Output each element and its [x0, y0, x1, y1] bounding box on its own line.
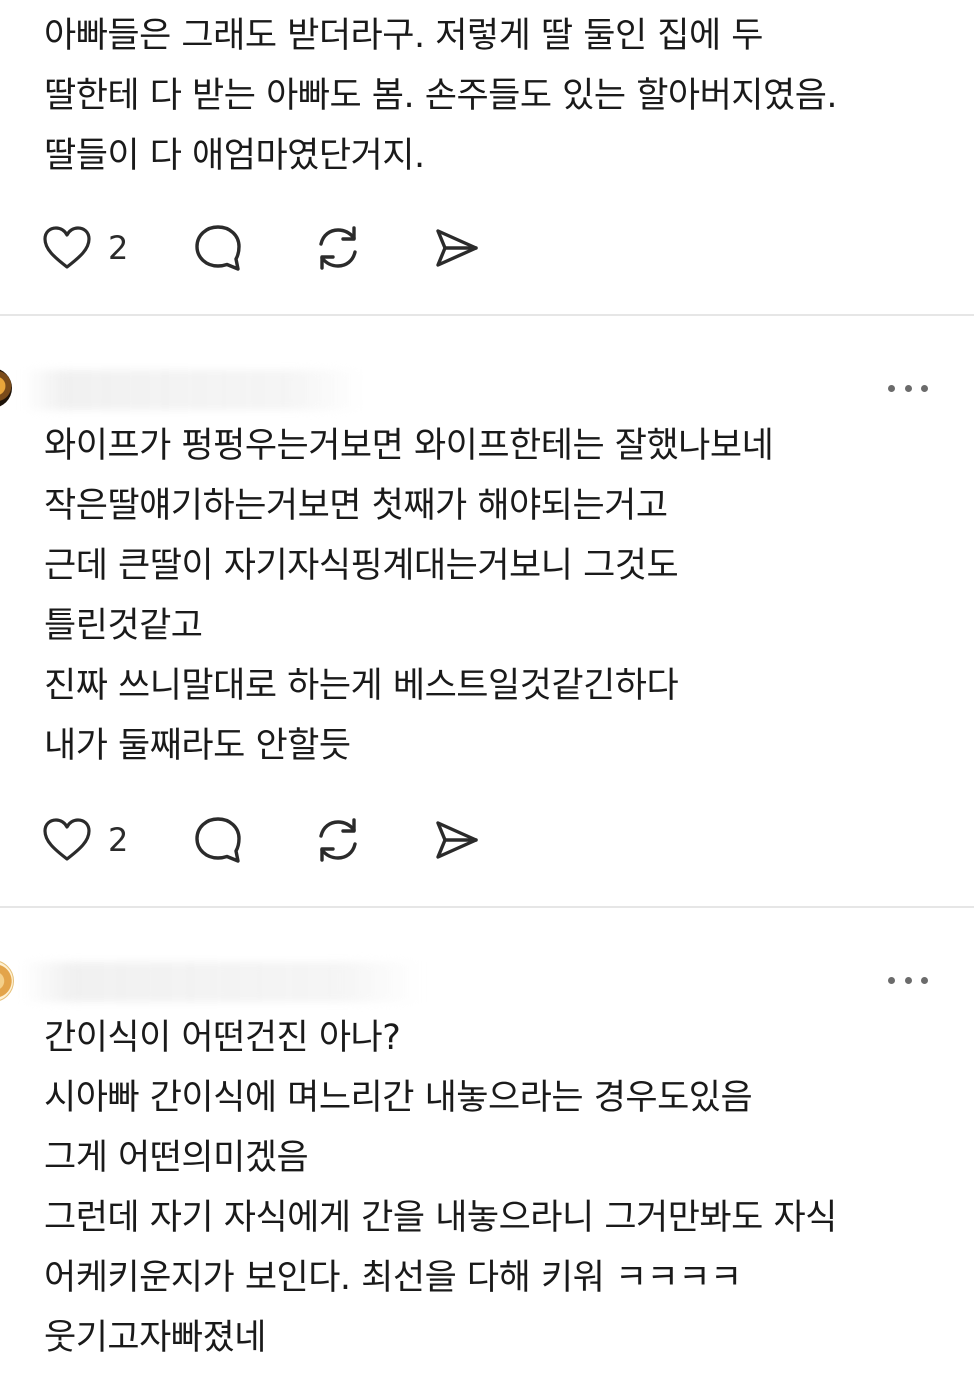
- send-icon: [430, 222, 482, 274]
- heart-icon: [40, 223, 94, 273]
- heart-icon: [40, 815, 94, 865]
- post-text-line: 시아빠 간이식에 며느리간 내놓으라는 경우도있음: [44, 1078, 753, 1118]
- more-dots-icon: [888, 976, 928, 984]
- reply-button[interactable]: [192, 812, 244, 868]
- action-bar: 2: [40, 220, 500, 276]
- post-text-line: 와이프가 펑펑우는거보면 와이프한테는 잘했나보네: [44, 426, 774, 466]
- post-3: 간이식이 어떤건진 아나? 시아빠 간이식에 며느리간 내놓으라는 경우도있음 …: [0, 908, 974, 1396]
- like-button[interactable]: 2: [40, 220, 128, 276]
- post-text-line: 근데 큰딸이 자기자식핑계대는거보니 그것도: [44, 546, 679, 586]
- more-options-button[interactable]: [888, 970, 928, 990]
- post-body: 간이식이 어떤건진 아나? 시아빠 간이식에 며느리간 내놓으라는 경우도있음 …: [44, 1008, 934, 1368]
- post-text-line: 딸한테 다 받는 아빠도 봄. 손주들도 있는 할아버지였음.: [44, 76, 838, 116]
- share-button[interactable]: [430, 220, 482, 276]
- send-icon: [430, 814, 482, 866]
- more-options-button[interactable]: [888, 378, 928, 398]
- repost-button[interactable]: [312, 220, 364, 276]
- reply-button[interactable]: [192, 220, 244, 276]
- post-1: 아빠들은 그래도 받더라구. 저렇게 딸 둘인 집에 두 딸한테 다 받는 아빠…: [0, 0, 974, 316]
- post-text-line: 어케키운지가 보인다. 최선을 다해 키워 ㅋㅋㅋㅋ: [44, 1258, 742, 1298]
- action-bar: 2: [40, 812, 500, 868]
- comment-bubble-icon: [192, 222, 244, 274]
- avatar[interactable]: [0, 368, 12, 408]
- post-text-line: 내가 둘째라도 안할듯: [44, 726, 351, 766]
- repost-icon: [312, 222, 364, 274]
- post-text-line: 아빠들은 그래도 받더라구. 저렇게 딸 둘인 집에 두: [44, 16, 764, 56]
- post-text-line: 간이식이 어떤건진 아나?: [44, 1018, 401, 1058]
- post-body: 아빠들은 그래도 받더라구. 저렇게 딸 둘인 집에 두 딸한테 다 받는 아빠…: [44, 6, 934, 186]
- post-2: 와이프가 펑펑우는거보면 와이프한테는 잘했나보네 작은딸얘기하는거보면 첫째가…: [0, 316, 974, 908]
- post-text-line: 웃기고자빠졌네: [44, 1318, 266, 1358]
- post-header: [0, 956, 974, 1016]
- comment-bubble-icon: [192, 814, 244, 866]
- like-count: 2: [108, 229, 129, 267]
- post-body: 와이프가 펑펑우는거보면 와이프한테는 잘했나보네 작은딸얘기하는거보면 첫째가…: [44, 416, 934, 776]
- post-text-line: 그런데 자기 자식에게 간을 내놓으라니 그거만봐도 자식: [44, 1198, 837, 1238]
- post-text-line: 그게 어떤의미겠음: [44, 1138, 309, 1178]
- share-button[interactable]: [430, 812, 482, 868]
- username-redacted: [22, 370, 362, 410]
- post-text-line: 틀린것같고: [44, 606, 203, 646]
- like-count: 2: [108, 821, 129, 859]
- repost-button[interactable]: [312, 812, 364, 868]
- like-button[interactable]: 2: [40, 812, 128, 868]
- avatar[interactable]: [0, 960, 14, 1002]
- post-text-line: 딸들이 다 애엄마였단거지.: [44, 136, 425, 176]
- repost-icon: [312, 814, 364, 866]
- post-text-line: 작은딸얘기하는거보면 첫째가 해야되는거고: [44, 486, 668, 526]
- more-dots-icon: [888, 384, 928, 392]
- username-redacted: [22, 962, 422, 1002]
- post-header: [0, 364, 974, 424]
- post-text-line: 진짜 쓰니말대로 하는게 베스트일것같긴하다: [44, 666, 679, 706]
